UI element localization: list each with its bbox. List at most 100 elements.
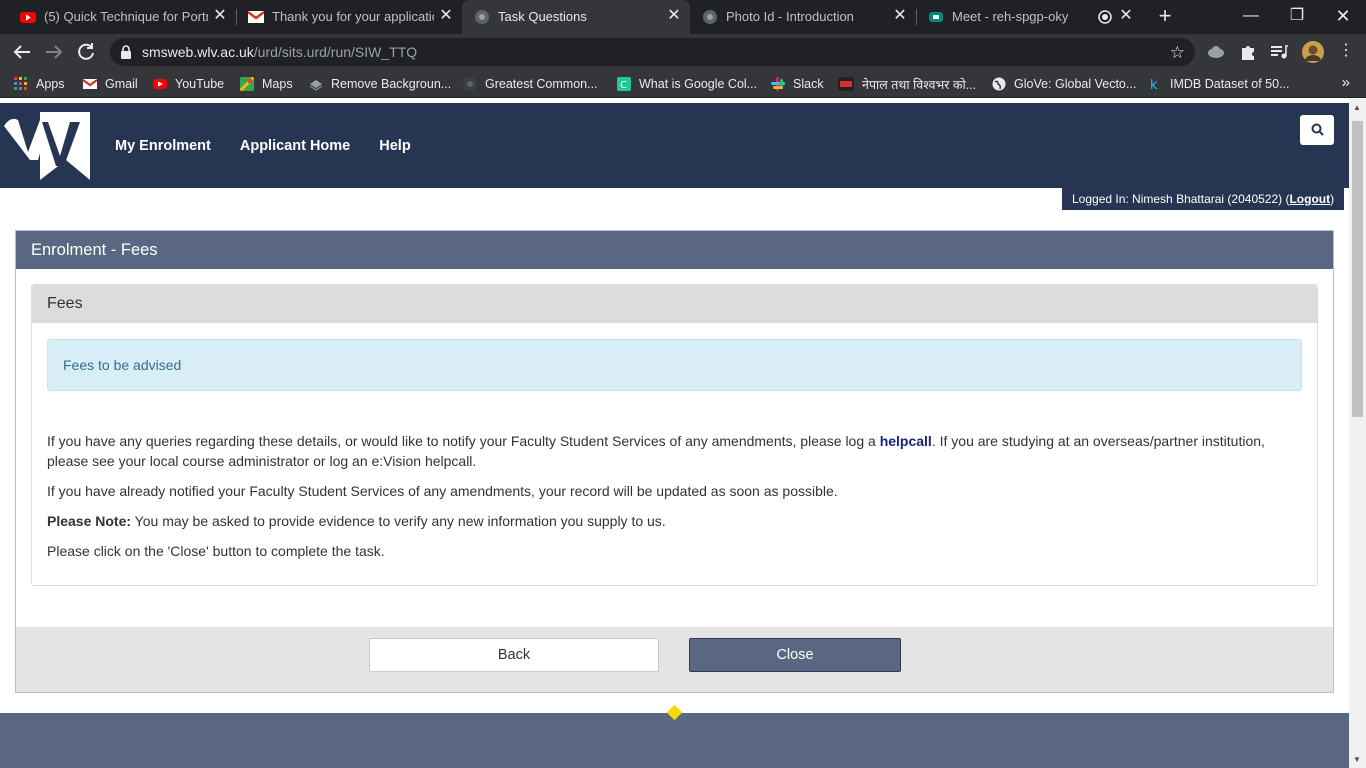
helpcall-link[interactable]: helpcall	[880, 433, 932, 449]
login-status: Logged In: Nimesh Bhattarai (2040522) (L…	[1062, 188, 1344, 210]
close-tab-icon[interactable]: ✕	[892, 8, 908, 24]
nav-my-enrolment[interactable]: My Enrolment	[115, 138, 211, 154]
panel-footer: Back Close	[16, 627, 1333, 692]
globe-icon	[703, 10, 717, 24]
tab-title: Thank you for your application	[272, 9, 434, 24]
svg-text:C: C	[620, 80, 627, 91]
search-button[interactable]	[1300, 115, 1334, 145]
bookmark-item[interactable]: Gmail	[83, 76, 138, 92]
close-button[interactable]: Close	[689, 638, 901, 672]
browser-tab[interactable]: Meet - reh-spgp-oky ✕	[916, 0, 1142, 34]
page-scrollbar[interactable]: ▲ ▼	[1349, 99, 1366, 768]
forward-arrow-icon[interactable]	[42, 40, 66, 64]
tab-title: Meet - reh-spgp-oky	[952, 9, 1069, 24]
url-text[interactable]: smsweb.wlv.ac.uk/urd/sits.urd/run/SIW_TT…	[142, 44, 417, 60]
site-icon	[463, 77, 477, 91]
bookmark-label: GloVe: Global Vecto...	[1014, 77, 1137, 91]
remove-bg-icon	[309, 80, 323, 91]
nav-applicant-home[interactable]: Applicant Home	[240, 138, 350, 154]
bookmark-item[interactable]: YouTube	[153, 76, 224, 92]
site-footer	[0, 713, 1349, 768]
tab-title: Task Questions	[498, 9, 587, 24]
bookmark-item[interactable]: Slack	[771, 76, 824, 92]
note-label: Please Note:	[47, 513, 132, 529]
minimize-icon[interactable]: —	[1238, 4, 1264, 28]
para-text: If you have any queries regarding these …	[47, 433, 880, 449]
main-nav: My Enrolment Applicant Home Help	[115, 138, 411, 154]
notified-paragraph: If you have already notified your Facult…	[47, 483, 838, 499]
gmail-icon	[248, 11, 264, 23]
globe-icon	[992, 77, 1006, 91]
bookmark-item[interactable]: Greatest Common...	[463, 76, 598, 92]
logout-link[interactable]: Logout	[1289, 192, 1330, 206]
search-icon	[1311, 123, 1324, 136]
close-tab-icon[interactable]: ✕	[212, 8, 228, 24]
browser-tab-active[interactable]: Task Questions ✕	[462, 0, 690, 34]
more-menu-icon[interactable]: ⋮	[1338, 40, 1354, 60]
nav-help[interactable]: Help	[379, 138, 410, 154]
kaggle-icon: k	[1150, 78, 1158, 91]
gmail-icon	[83, 79, 97, 89]
section-title: Fees	[32, 285, 1317, 323]
bookmark-item[interactable]: Maps	[240, 76, 293, 92]
bookmark-item[interactable]: k IMDB Dataset of 50...	[1148, 76, 1290, 92]
media-control-icon[interactable]	[1269, 42, 1289, 62]
reload-icon[interactable]	[74, 40, 98, 64]
globe-icon	[475, 10, 489, 24]
address-bar[interactable]: smsweb.wlv.ac.uk/urd/sits.urd/run/SIW_TT…	[110, 38, 1195, 66]
restore-icon[interactable]: ❐	[1284, 4, 1310, 28]
browser-tab[interactable]: Thank you for your application ✕	[236, 0, 462, 34]
recording-icon	[1098, 10, 1112, 24]
bookmark-star-icon[interactable]: ☆	[1170, 43, 1185, 63]
scroll-up-icon[interactable]: ▲	[1353, 103, 1361, 112]
bookmarks-bar: Apps Gmail YouTube Maps Remove Backgroun…	[0, 70, 1366, 98]
tab-title: Photo Id - Introduction	[726, 9, 854, 24]
url-host: smsweb.wlv.ac.uk	[142, 44, 254, 60]
site-header: My Enrolment Applicant Home Help	[0, 103, 1349, 188]
bookmark-item[interactable]: Remove Backgroun...	[309, 76, 451, 92]
apps-grid-icon	[14, 77, 27, 90]
maps-icon	[240, 77, 254, 91]
note-text: You may be asked to provide evidence to …	[131, 513, 666, 529]
profile-avatar[interactable]	[1302, 41, 1324, 63]
browser-tab[interactable]: Photo Id - Introduction ✕	[690, 0, 916, 34]
browser-toolbar: smsweb.wlv.ac.uk/urd/sits.urd/run/SIW_TT…	[0, 34, 1366, 70]
login-text: Logged In: Nimesh Bhattarai (2040522) (	[1072, 192, 1290, 206]
extensions-puzzle-icon[interactable]	[1238, 42, 1258, 62]
panel-title: Enrolment - Fees	[16, 231, 1333, 269]
close-tab-icon[interactable]: ✕	[438, 8, 454, 24]
youtube-icon	[20, 12, 36, 23]
lock-icon[interactable]	[120, 45, 132, 59]
bookmark-label: Maps	[262, 77, 293, 91]
bookmark-item[interactable]: C What is Google Col...	[617, 76, 757, 92]
bookmark-label: YouTube	[175, 77, 225, 91]
fees-section: Fees Fees to be advised If you have any …	[31, 284, 1318, 586]
c-icon: C	[617, 77, 631, 91]
svg-text:k: k	[1150, 78, 1158, 91]
bookmark-item[interactable]: Apps	[14, 76, 65, 92]
bookmarks-overflow-icon[interactable]: »	[1342, 74, 1350, 91]
bookmark-label: IMDB Dataset of 50...	[1170, 77, 1290, 91]
scrollbar-thumb[interactable]	[1352, 121, 1363, 417]
url-path: /urd/sits.urd/run/SIW_TTQ	[253, 44, 418, 60]
extension-cloud-icon[interactable]	[1206, 42, 1226, 62]
scroll-down-icon[interactable]: ▼	[1353, 755, 1361, 764]
queries-paragraph: If you have any queries regarding these …	[47, 431, 1287, 471]
google-meet-icon	[929, 12, 943, 22]
university-logo[interactable]	[4, 112, 92, 180]
bookmark-item[interactable]: नेपाल तथा विश्वभर को...	[838, 76, 976, 92]
bookmark-item[interactable]: GloVe: Global Vecto...	[992, 76, 1136, 92]
close-tab-icon[interactable]: ✕	[666, 8, 682, 24]
window-close-icon[interactable]: ✕	[1330, 4, 1356, 28]
bookmark-label: Greatest Common...	[485, 77, 598, 91]
page-viewport: My Enrolment Applicant Home Help Logged …	[0, 99, 1366, 768]
back-button[interactable]: Back	[369, 638, 659, 672]
close-tab-icon[interactable]: ✕	[1118, 8, 1134, 24]
browser-tabstrip: (5) Quick Technique for Portrait ✕ Thank…	[0, 0, 1366, 34]
new-tab-icon[interactable]: +	[1155, 5, 1175, 27]
news-icon	[838, 77, 854, 91]
browser-tab[interactable]: (5) Quick Technique for Portrait ✕	[8, 0, 236, 34]
back-arrow-icon[interactable]	[10, 40, 34, 64]
enrolment-fees-panel: Enrolment - Fees Fees Fees to be advised…	[15, 230, 1334, 693]
bookmark-label: नेपाल तथा विश्वभर को...	[862, 77, 977, 92]
